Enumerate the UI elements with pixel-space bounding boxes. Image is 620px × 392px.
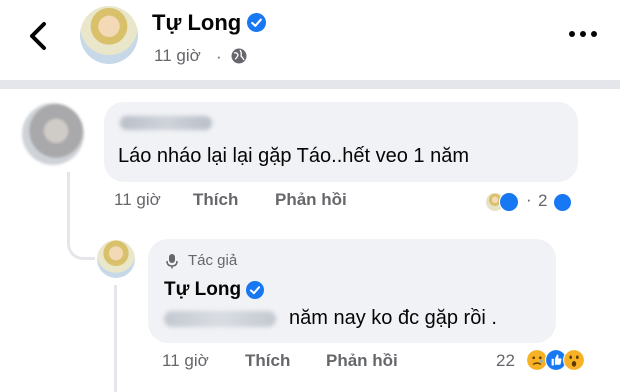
comment-bubble: Láo nháo lại lại gặp Táo..hết veo 1 năm <box>104 102 578 182</box>
reaction-separator: · <box>526 190 532 209</box>
reply-button[interactable]: Phản hồi <box>326 351 398 371</box>
thread-connector <box>67 226 95 260</box>
reply-time[interactable]: 11 giờ <box>162 351 209 371</box>
commenter-avatar[interactable] <box>22 103 84 165</box>
profile-avatar[interactable] <box>80 6 138 64</box>
comment-text: Láo nháo lại lại gặp Táo..hết veo 1 năm <box>118 145 469 167</box>
commenter-name-redacted <box>120 116 212 130</box>
like-button[interactable]: Thích <box>193 190 238 210</box>
like-icon[interactable] <box>499 192 519 212</box>
reaction-count[interactable]: 22 <box>496 351 515 371</box>
mention-redacted <box>164 311 276 327</box>
reply-text: năm nay ko đc gặp rồi . <box>289 307 497 329</box>
wow-icon[interactable] <box>563 349 585 371</box>
section-divider <box>0 80 620 89</box>
comment-time[interactable]: 11 giờ <box>114 190 161 210</box>
more-options-icon[interactable] <box>568 30 598 38</box>
profile-name[interactable]: Tự Long <box>152 10 241 36</box>
verified-badge-icon <box>246 281 264 299</box>
microphone-icon <box>166 254 178 269</box>
post-time[interactable]: 11 giờ <box>154 46 201 66</box>
time-separator: · <box>216 47 222 66</box>
thread-line <box>114 285 117 392</box>
author-badge: Tác giả <box>188 252 238 269</box>
reply-bubble: Tác giả Tự Long năm nay ko đc gặp rồi . <box>148 239 556 343</box>
reply-button[interactable]: Phản hồi <box>275 190 347 210</box>
globe-icon <box>231 48 247 64</box>
reaction-count[interactable]: 2 <box>538 191 547 211</box>
like-button[interactable]: Thích <box>245 351 290 371</box>
verified-badge-icon <box>247 13 266 32</box>
author-reply-avatar[interactable] <box>97 240 135 278</box>
like-icon[interactable] <box>553 193 572 212</box>
post-header: Tự Long 11 giờ · <box>0 0 620 80</box>
reply-author-name[interactable]: Tự Long <box>164 279 241 301</box>
thread-line <box>67 172 70 227</box>
back-arrow-icon[interactable] <box>24 18 52 54</box>
